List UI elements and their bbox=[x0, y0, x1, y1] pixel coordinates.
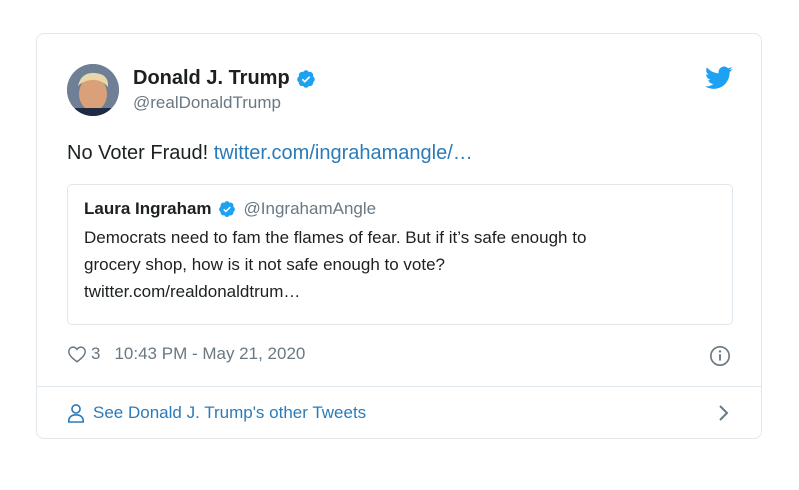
heart-icon[interactable] bbox=[67, 345, 87, 363]
quoted-text-line: Democrats need to fam the flames of fear… bbox=[84, 228, 587, 247]
verified-badge-icon bbox=[296, 69, 315, 88]
tweet-header: Donald J. Trump @realDonaldTrump bbox=[67, 64, 316, 116]
author-handle[interactable]: @realDonaldTrump bbox=[133, 93, 316, 113]
tweet-card: Donald J. Trump @realDonaldTrump No Vote… bbox=[36, 33, 762, 439]
tweet-body: No Voter Fraud! bbox=[67, 142, 214, 164]
chevron-right-icon bbox=[719, 405, 729, 421]
info-icon[interactable] bbox=[709, 345, 731, 367]
quoted-text: Democrats need to fam the flames of fear… bbox=[84, 224, 716, 305]
quoted-handle: @IngrahamAngle bbox=[243, 199, 377, 218]
tweet-link[interactable]: twitter.com/ingrahamangle/… bbox=[214, 142, 473, 164]
author-name-row: Donald J. Trump bbox=[133, 67, 316, 90]
see-more-label[interactable]: See Donald J. Trump's other Tweets bbox=[93, 403, 366, 423]
tweet-text: No Voter Fraud! twitter.com/ingrahamangl… bbox=[67, 142, 473, 165]
person-icon bbox=[67, 404, 85, 423]
author-display-name[interactable]: Donald J. Trump bbox=[133, 67, 290, 90]
avatar[interactable] bbox=[67, 64, 119, 116]
twitter-bird-icon[interactable] bbox=[705, 66, 733, 90]
like-count: 3 bbox=[91, 344, 101, 363]
verified-badge-icon bbox=[218, 201, 235, 217]
tweet-meta: 3 10:43 PM - May 21, 2020 bbox=[67, 344, 305, 364]
quoted-tweet[interactable]: Laura Ingraham @IngrahamAngle Democrats … bbox=[67, 184, 733, 325]
see-more-tweets-link[interactable]: See Donald J. Trump's other Tweets bbox=[67, 400, 731, 426]
author-names: Donald J. Trump @realDonaldTrump bbox=[133, 67, 316, 113]
timestamp[interactable]: 10:43 PM - May 21, 2020 bbox=[114, 344, 305, 364]
quoted-text-line: grocery shop, how is it not safe enough … bbox=[84, 255, 446, 274]
divider bbox=[37, 386, 761, 387]
quoted-link: twitter.com/realdonaldtrum… bbox=[84, 282, 301, 301]
quoted-header: Laura Ingraham @IngrahamAngle bbox=[84, 199, 716, 219]
quoted-display-name: Laura Ingraham bbox=[84, 199, 212, 218]
